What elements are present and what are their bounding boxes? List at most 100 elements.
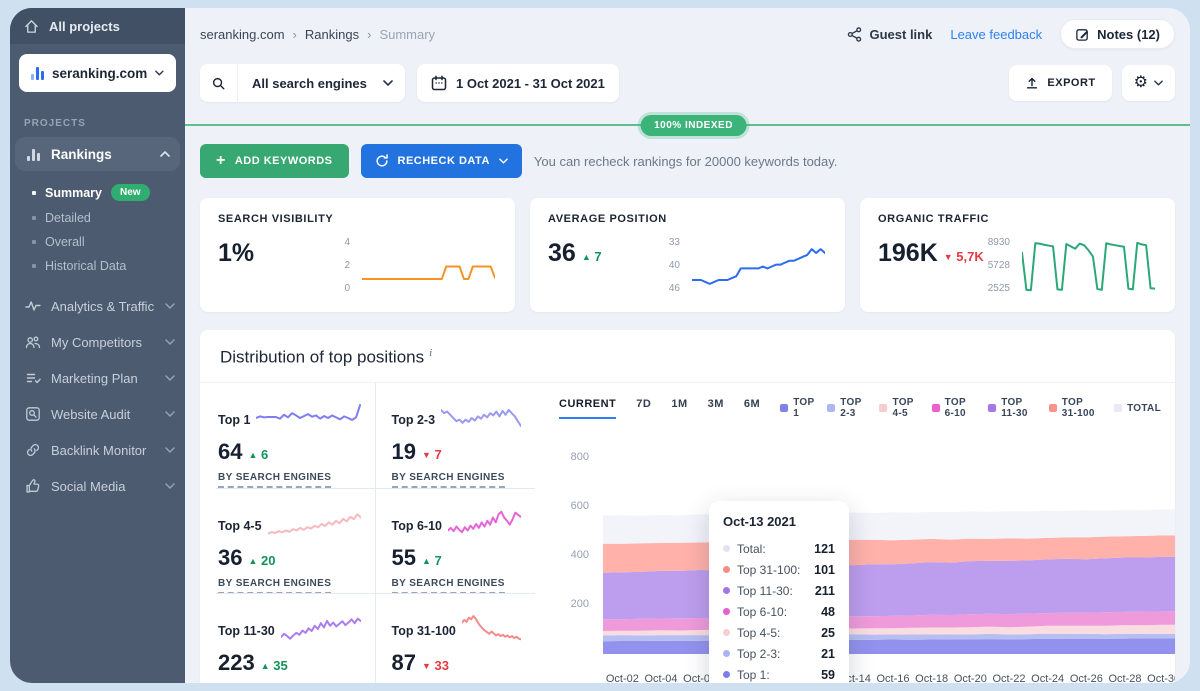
- sparkline-chart: [448, 505, 521, 543]
- date-range-picker[interactable]: 1 Oct 2021 - 31 Oct 2021: [417, 64, 619, 102]
- notes-button[interactable]: Notes (12): [1060, 19, 1175, 49]
- all-projects-link[interactable]: All projects: [10, 8, 185, 44]
- legend-swatch: [1114, 404, 1122, 412]
- sidebar-item-label: My Competitors: [51, 335, 155, 350]
- chevron-down-icon: [165, 375, 175, 381]
- calendar-icon: [431, 75, 447, 91]
- position-card-top-2-3: Top 2-319▼ 7BY SEARCH ENGINES: [376, 383, 536, 488]
- delta-down: ▼ 5,7K: [944, 249, 984, 264]
- by-search-engines-link[interactable]: BY SEARCH ENGINES: [218, 472, 331, 488]
- chart-tab-3m[interactable]: 3M: [708, 398, 724, 419]
- arrow-up-icon: ▲: [422, 556, 431, 566]
- subitem-label: Historical Data: [45, 259, 126, 273]
- chart-tab-7d[interactable]: 7D: [636, 398, 651, 419]
- axis-tick-label: 2525: [988, 283, 1010, 294]
- chart-tooltip: Oct-13 2021 Total:121Top 31-100:101Top 1…: [709, 501, 849, 683]
- controls-row: All search engines 1 Oct 2021 - 31 Oct 2…: [185, 54, 1190, 102]
- leave-feedback-link[interactable]: Leave feedback: [950, 27, 1042, 42]
- actions-row: + ADD KEYWORDS RECHECK DATA You can rech…: [185, 136, 1190, 178]
- legend-item-top-6-10[interactable]: TOP 6-10: [932, 397, 976, 419]
- guest-link-button[interactable]: Guest link: [847, 27, 932, 42]
- chart-tab-6m[interactable]: 6M: [744, 398, 760, 419]
- rankings-subnav: SummaryNewDetailedOverall Historical Data: [10, 179, 185, 278]
- metric-value: 1%: [218, 239, 254, 267]
- sidebar-item-label: Social Media: [51, 479, 155, 494]
- legend-item-top-11-30[interactable]: TOP 11-30: [988, 397, 1036, 419]
- refresh-icon: [375, 154, 389, 168]
- chart-tabs: CURRENT 7D 1M 3M 6M: [559, 398, 760, 419]
- arrow-down-icon: ▼: [422, 450, 431, 460]
- info-icon[interactable]: i: [429, 347, 432, 359]
- legend-item-top-1[interactable]: TOP 1: [780, 397, 814, 419]
- x-axis-tick: Oct-02: [600, 673, 644, 683]
- delta-up: ▲ 6: [248, 447, 268, 462]
- recheck-info-text: You can recheck rankings for 20000 keywo…: [534, 154, 838, 169]
- chart-tab-1m[interactable]: 1M: [671, 398, 687, 419]
- legend-item-top-2-3[interactable]: TOP 2-3: [827, 397, 866, 419]
- legend-label: TOP 2-3: [840, 397, 866, 419]
- by-search-engines-link[interactable]: BY SEARCH ENGINES: [218, 578, 331, 594]
- tooltip-row-top-2-3: Top 2-3:21: [723, 643, 835, 664]
- sidebar-item-label: Analytics & Traffic: [51, 299, 155, 314]
- legend-item-total[interactable]: TOTAL: [1114, 403, 1161, 414]
- sidebar-item-analytics-traffic[interactable]: Analytics & Traffic: [10, 288, 185, 324]
- tooltip-dot: [723, 671, 730, 678]
- share-icon: [847, 27, 862, 42]
- chevron-down-icon: [165, 447, 175, 453]
- arrow-down-icon: ▼: [422, 661, 431, 671]
- position-card-label: Top 1: [218, 399, 250, 427]
- sidebar-item-website-audit[interactable]: Website Audit: [10, 396, 185, 432]
- by-search-engines-link[interactable]: BY SEARCH ENGINES: [392, 472, 505, 488]
- chevron-down-icon: [155, 70, 164, 76]
- export-button[interactable]: EXPORT: [1009, 65, 1111, 101]
- delta-up: ▲ 20: [248, 553, 275, 568]
- metric-chart: [358, 231, 497, 302]
- sidebar-subitem-detailed[interactable]: Detailed: [10, 206, 185, 230]
- recheck-data-button[interactable]: RECHECK DATA: [361, 144, 522, 178]
- bullet-icon: [32, 240, 36, 244]
- chart-x-axis: Oct-02Oct-04Oct-06Oct-08Oct-10Oct-12Oct-…: [603, 673, 1175, 683]
- legend-label: TOP 6-10: [945, 397, 976, 419]
- sidebar-item-my-competitors[interactable]: My Competitors: [10, 324, 185, 360]
- stacked-area-chart[interactable]: [603, 457, 1175, 662]
- metric-axis: 334046: [652, 231, 688, 302]
- chevron-down-icon: [1154, 80, 1163, 86]
- export-label: EXPORT: [1047, 77, 1095, 89]
- sidebar-subitem-overall[interactable]: Overall: [10, 230, 185, 254]
- y-axis-tick: 200: [559, 598, 589, 610]
- axis-tick-label: 46: [669, 283, 680, 294]
- tooltip-date: Oct-13 2021: [723, 514, 835, 529]
- chevron-up-icon: [160, 151, 170, 157]
- chart-tab-current[interactable]: CURRENT: [559, 398, 616, 419]
- sidebar-item-marketing-plan[interactable]: Marketing Plan: [10, 360, 185, 396]
- delta-up: ▲ 7: [582, 249, 602, 264]
- tooltip-dot: [723, 566, 730, 573]
- legend-label: TOP 4-5: [892, 397, 918, 419]
- sparkline-chart: [362, 237, 495, 296]
- metric-chart: [1018, 231, 1157, 302]
- settings-button[interactable]: ⚙: [1122, 65, 1175, 101]
- metric-axis: 893057282525: [982, 231, 1018, 302]
- chart-legend: TOP 1 TOP 2-3 TOP 4-5 TOP 6-10 TOP 11-30 TOP …: [780, 397, 1161, 419]
- project-name: seranking.com: [52, 66, 147, 81]
- breadcrumb-rankings[interactable]: Rankings: [305, 27, 359, 42]
- position-card-sparkline: [448, 505, 521, 543]
- arrow-up-icon: ▲: [582, 252, 591, 262]
- sidebar-item-backlink-monitor[interactable]: Backlink Monitor: [10, 432, 185, 468]
- sidebar-item-social-media[interactable]: Social Media: [10, 468, 185, 504]
- y-axis-tick: 400: [559, 549, 589, 561]
- position-card-label: Top 4-5: [218, 505, 262, 533]
- search-engines-select[interactable]: All search engines: [200, 64, 405, 102]
- legend-item-top-31-100[interactable]: TOP 31-100: [1049, 397, 1101, 419]
- add-keywords-button[interactable]: + ADD KEYWORDS: [200, 144, 349, 178]
- sidebar-subitem-historical-data[interactable]: Historical Data: [10, 254, 185, 278]
- tooltip-value: 21: [821, 647, 835, 661]
- sidebar-item-rankings[interactable]: Rankings: [15, 137, 180, 171]
- legend-item-top-4-5[interactable]: TOP 4-5: [879, 397, 918, 419]
- by-search-engines-link[interactable]: BY SEARCH ENGINES: [392, 578, 505, 594]
- breadcrumb-project[interactable]: seranking.com: [200, 27, 285, 42]
- positions-chart-column: CURRENT 7D 1M 3M 6M TOP 1 TOP 2-3 TOP 4-5 TOP 6…: [535, 383, 1175, 683]
- position-card-top-6-10: Top 6-1055▲ 7BY SEARCH ENGINES: [376, 488, 536, 593]
- project-selector[interactable]: seranking.com: [19, 54, 176, 92]
- sidebar-subitem-summary[interactable]: SummaryNew: [10, 179, 185, 206]
